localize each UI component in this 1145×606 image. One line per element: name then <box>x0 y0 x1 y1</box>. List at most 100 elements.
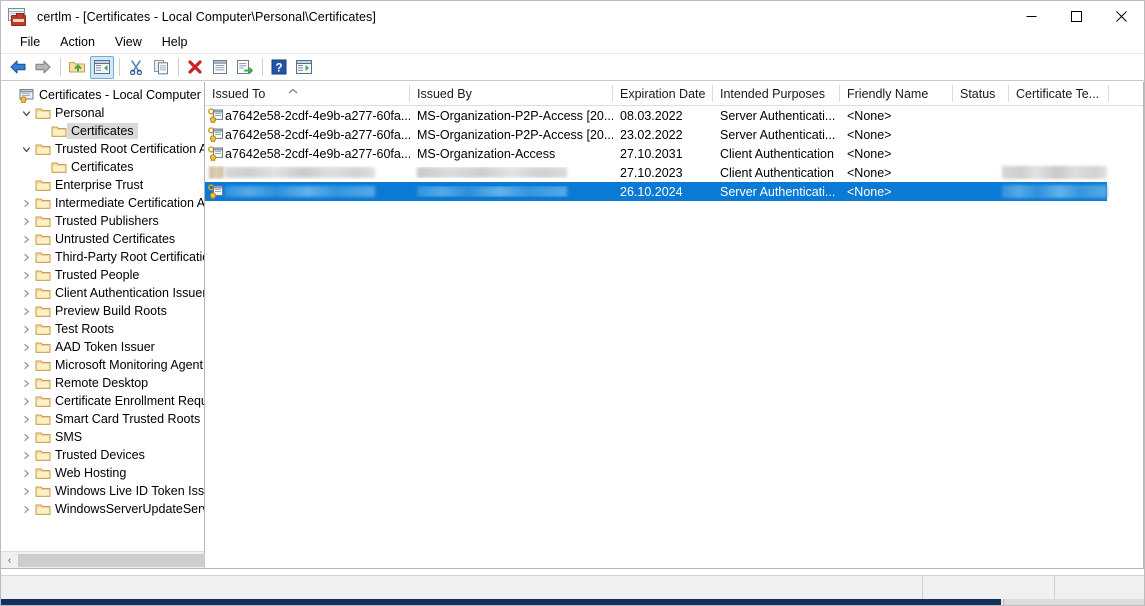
copy-icon[interactable] <box>149 56 173 79</box>
cell-issued-to: a7642e58-2cdf-4e9b-a277-60fa... <box>205 146 410 161</box>
tree-node-trusted-people[interactable]: Trusted People <box>1 266 204 284</box>
minimize-button[interactable] <box>1009 1 1054 32</box>
cut-scissors-icon[interactable] <box>124 56 148 79</box>
tree-node-windows-live-id-token-issuer[interactable]: Windows Live ID Token Issuer <box>1 482 204 500</box>
tree-node-client-authentication-issuers[interactable]: Client Authentication Issuers <box>1 284 204 302</box>
column-header-status[interactable]: Status <box>953 82 1009 105</box>
cell-issued-to: a7642e58-2cdf-4e9b-a277-60fa... <box>205 108 410 123</box>
tree-horizontal-scrollbar[interactable]: ‹ › <box>1 551 338 569</box>
tree-node-intermediate-certification-au[interactable]: Intermediate Certification Au <box>1 194 204 212</box>
delete-icon[interactable] <box>183 56 207 79</box>
tree-node-certificates[interactable]: Certificates <box>1 158 204 176</box>
toolbar-separator <box>60 58 61 76</box>
tree-node-microsoft-monitoring-agent[interactable]: Microsoft Monitoring Agent <box>1 356 204 374</box>
chevron-down-icon[interactable] <box>19 145 34 154</box>
menu-item-action[interactable]: Action <box>50 33 105 52</box>
folder-icon <box>34 142 52 156</box>
certificate-row[interactable]: 26.10.2024 Server Authenticati... <None> <box>205 182 1107 201</box>
certificate-row[interactable]: a7642e58-2cdf-4e9b-a277-60fa... MS-Organi… <box>205 106 1143 125</box>
back-arrow-icon[interactable] <box>6 56 30 79</box>
certificate-row[interactable]: a7642e58-2cdf-4e9b-a277-60fa... MS-Organi… <box>205 144 1143 163</box>
new-window-icon[interactable] <box>292 56 316 79</box>
tree-node-aad-token-issuer[interactable]: AAD Token Issuer <box>1 338 204 356</box>
chevron-right-icon[interactable] <box>19 307 34 316</box>
chevron-right-icon[interactable] <box>19 397 34 406</box>
tree-node-windowsserverupdateservice[interactable]: WindowsServerUpdateService <box>1 500 204 518</box>
status-segment-3 <box>1055 576 1144 600</box>
column-header-expiration-date[interactable]: Expiration Date <box>613 82 713 105</box>
forward-arrow-icon[interactable] <box>31 56 55 79</box>
scroll-track[interactable] <box>18 552 338 569</box>
scroll-left-button[interactable]: ‹ <box>1 552 18 569</box>
chevron-right-icon[interactable] <box>19 235 34 244</box>
tree-node-certificates-local-computer[interactable]: Certificates - Local Computer <box>1 86 204 104</box>
chevron-right-icon[interactable] <box>19 433 34 442</box>
chevron-right-icon[interactable] <box>19 253 34 262</box>
tree-node-label: Certificate Enrollment Reques <box>55 394 204 408</box>
status-bar <box>1 575 1144 600</box>
column-header-label: Issued By <box>417 86 472 101</box>
cell-text: MS-Organization-P2P-Access [20... <box>417 127 613 142</box>
cell-text: Server Authenticati... <box>720 108 836 123</box>
tree-node-certificate-enrollment-reques[interactable]: Certificate Enrollment Reques <box>1 392 204 410</box>
certificate-row[interactable]: 27.10.2023 Client Authentication <None> <box>205 163 1143 182</box>
column-header-certificate-te[interactable]: Certificate Te... <box>1009 82 1109 105</box>
show-hide-tree-icon[interactable] <box>90 55 114 79</box>
certificate-row[interactable]: a7642e58-2cdf-4e9b-a277-60fa... MS-Organi… <box>205 125 1143 144</box>
export-list-icon[interactable] <box>233 56 257 79</box>
tree-node-smart-card-trusted-roots[interactable]: Smart Card Trusted Roots <box>1 410 204 428</box>
help-icon[interactable]: ? <box>267 56 291 79</box>
tree-node-certificates[interactable]: Certificates <box>1 122 204 140</box>
chevron-right-icon[interactable] <box>19 361 34 370</box>
tree-node-untrusted-certificates[interactable]: Untrusted Certificates <box>1 230 204 248</box>
tree-node-sms[interactable]: SMS <box>1 428 204 446</box>
tree-node-trusted-publishers[interactable]: Trusted Publishers <box>1 212 204 230</box>
column-header-friendly-name[interactable]: Friendly Name <box>840 82 953 105</box>
chevron-right-icon[interactable] <box>19 379 34 388</box>
tree-node-trusted-devices[interactable]: Trusted Devices <box>1 446 204 464</box>
cell-intended-purposes: Server Authenticati... <box>713 128 840 142</box>
tree-node-third-party-root-certification[interactable]: Third-Party Root Certification <box>1 248 204 266</box>
cell-text: 27.10.2031 <box>620 146 683 161</box>
menu-item-view[interactable]: View <box>105 33 152 52</box>
certlm-console-icon <box>8 7 30 27</box>
chevron-down-icon[interactable] <box>19 109 34 118</box>
column-header-label: Friendly Name <box>847 86 929 101</box>
menu-item-file[interactable]: File <box>10 33 50 52</box>
cell-issued-by <box>410 186 613 197</box>
chevron-right-icon[interactable] <box>19 343 34 352</box>
menu-item-help[interactable]: Help <box>152 33 198 52</box>
taskbar-window-tile[interactable] <box>1003 599 1144 605</box>
chevron-right-icon[interactable] <box>19 415 34 424</box>
cell-text: Client Authentication <box>720 146 834 161</box>
tree-node-personal[interactable]: Personal <box>1 104 204 122</box>
chevron-right-icon[interactable] <box>19 271 34 280</box>
chevron-right-icon[interactable] <box>19 487 34 496</box>
cell-text: MS-Organization-P2P-Access [20... <box>417 108 613 123</box>
cell-intended-purposes: Client Authentication <box>713 147 840 161</box>
cell-text: 26.10.2024 <box>620 184 683 199</box>
tree-node-trusted-root-certification-au[interactable]: Trusted Root Certification Au <box>1 140 204 158</box>
tree-node-test-roots[interactable]: Test Roots <box>1 320 204 338</box>
column-header-issued-by[interactable]: Issued By <box>410 82 613 105</box>
tree-node-web-hosting[interactable]: Web Hosting <box>1 464 204 482</box>
chevron-right-icon[interactable] <box>19 325 34 334</box>
chevron-right-icon[interactable] <box>19 217 34 226</box>
tree-node-label: Client Authentication Issuers <box>55 286 204 300</box>
tree-node-preview-build-roots[interactable]: Preview Build Roots <box>1 302 204 320</box>
tree-node-enterprise-trust[interactable]: Enterprise Trust <box>1 176 204 194</box>
up-one-level-icon[interactable] <box>65 56 89 79</box>
folder-icon <box>34 394 52 408</box>
maximize-button[interactable] <box>1054 1 1099 32</box>
chevron-right-icon[interactable] <box>19 199 34 208</box>
chevron-right-icon[interactable] <box>19 505 34 514</box>
properties-icon[interactable] <box>208 56 232 79</box>
chevron-right-icon[interactable] <box>19 289 34 298</box>
chevron-right-icon[interactable] <box>19 469 34 478</box>
column-header-issued-to[interactable]: Issued To <box>205 82 410 105</box>
tree-node-remote-desktop[interactable]: Remote Desktop <box>1 374 204 392</box>
folder-icon <box>34 412 52 426</box>
chevron-right-icon[interactable] <box>19 451 34 460</box>
close-button[interactable] <box>1099 1 1144 32</box>
column-header-intended-purposes[interactable]: Intended Purposes <box>713 82 840 105</box>
